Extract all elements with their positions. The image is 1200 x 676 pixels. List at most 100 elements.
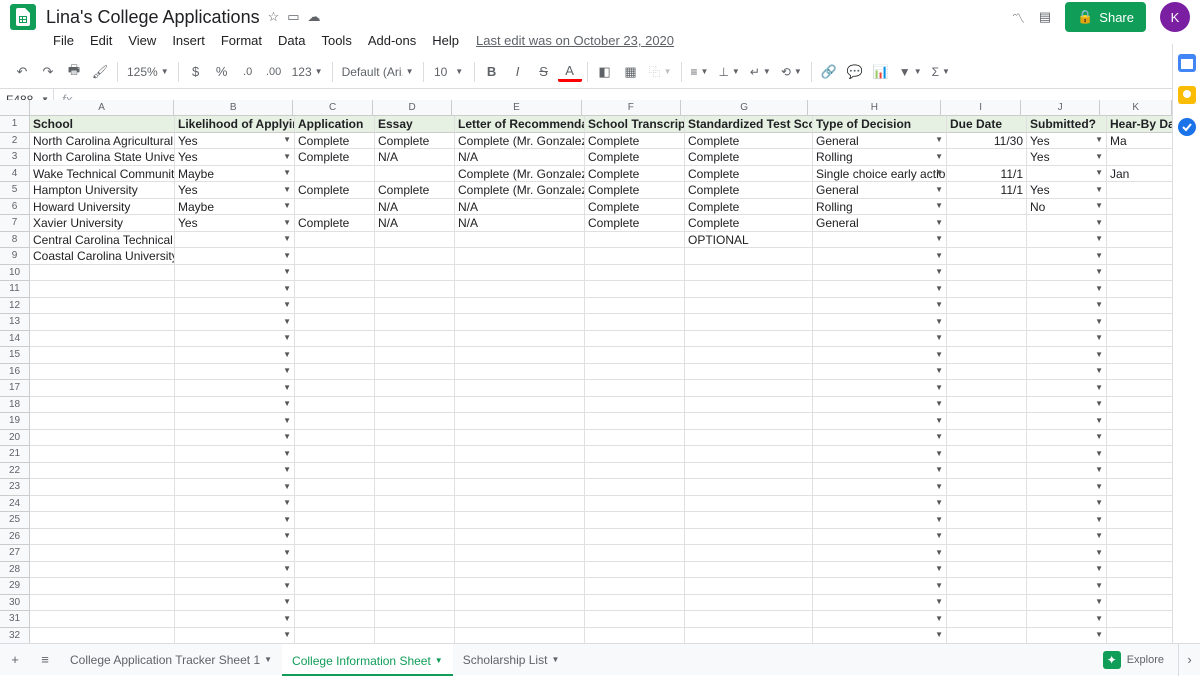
cell[interactable] xyxy=(947,248,1027,265)
cell-dropdown-icon[interactable]: ▼ xyxy=(1095,182,1103,198)
cell[interactable]: ▼ xyxy=(175,611,295,628)
cell-dropdown-icon[interactable]: ▼ xyxy=(283,232,291,248)
cell-dropdown-icon[interactable]: ▼ xyxy=(935,199,943,215)
add-sheet-button[interactable]: + xyxy=(0,645,30,675)
cell[interactable] xyxy=(455,463,585,480)
cell[interactable] xyxy=(375,347,455,364)
menu-view[interactable]: View xyxy=(121,30,163,51)
cell[interactable]: ▼ xyxy=(813,479,947,496)
cell[interactable] xyxy=(455,562,585,579)
cell[interactable]: ▼ xyxy=(175,314,295,331)
cell[interactable] xyxy=(455,496,585,513)
cell-dropdown-icon[interactable]: ▼ xyxy=(1095,331,1103,347)
tasks-addon-icon[interactable] xyxy=(1178,118,1196,136)
cell[interactable]: General▼ xyxy=(813,133,947,150)
cell[interactable]: ▼ xyxy=(1027,232,1107,249)
cell[interactable] xyxy=(585,529,685,546)
last-edit-link[interactable]: Last edit was on October 23, 2020 xyxy=(476,33,674,48)
row-header[interactable]: 24 xyxy=(0,496,30,513)
row-header[interactable]: 16 xyxy=(0,364,30,381)
cell-dropdown-icon[interactable]: ▼ xyxy=(1095,265,1103,281)
cell[interactable] xyxy=(375,545,455,562)
cell[interactable] xyxy=(30,512,175,529)
cell[interactable]: ▼ xyxy=(175,265,295,282)
cell[interactable]: ▼ xyxy=(1027,463,1107,480)
cell[interactable] xyxy=(685,248,813,265)
cell[interactable]: OPTIONAL xyxy=(685,232,813,249)
cell-dropdown-icon[interactable]: ▼ xyxy=(935,364,943,380)
cell-dropdown-icon[interactable]: ▼ xyxy=(935,628,943,644)
print-button[interactable]: 🖶 xyxy=(62,60,86,84)
cell[interactable]: ▼ xyxy=(1027,215,1107,232)
cell[interactable]: ▼ xyxy=(813,281,947,298)
cell[interactable]: Xavier University xyxy=(30,215,175,232)
row-header[interactable]: 10 xyxy=(0,265,30,282)
cell-dropdown-icon[interactable]: ▼ xyxy=(283,512,291,528)
cell[interactable] xyxy=(585,380,685,397)
cell[interactable] xyxy=(585,298,685,315)
cell[interactable] xyxy=(685,463,813,480)
cell[interactable]: ▼ xyxy=(813,298,947,315)
cell[interactable]: Wake Technical Community C xyxy=(30,166,175,183)
row-header[interactable]: 23 xyxy=(0,479,30,496)
cell-dropdown-icon[interactable]: ▼ xyxy=(283,314,291,330)
cell[interactable]: ▼ xyxy=(1027,314,1107,331)
cell[interactable] xyxy=(1107,446,1172,463)
cell[interactable] xyxy=(375,232,455,249)
cell[interactable] xyxy=(295,446,375,463)
cell[interactable]: ▼ xyxy=(175,232,295,249)
cell[interactable] xyxy=(1107,149,1172,166)
cell[interactable] xyxy=(1107,380,1172,397)
cell[interactable] xyxy=(947,578,1027,595)
cell[interactable] xyxy=(295,463,375,480)
halign-button[interactable]: ≡▼ xyxy=(687,60,713,84)
cell-dropdown-icon[interactable]: ▼ xyxy=(935,611,943,627)
cell[interactable]: N/A xyxy=(455,199,585,216)
cell-dropdown-icon[interactable]: ▼ xyxy=(935,298,943,314)
menu-file[interactable]: File xyxy=(46,30,81,51)
cell[interactable]: ▼ xyxy=(175,628,295,644)
sheets-logo[interactable] xyxy=(10,4,36,30)
cell[interactable]: Complete xyxy=(585,182,685,199)
cell[interactable] xyxy=(455,430,585,447)
cell[interactable] xyxy=(30,595,175,612)
cell[interactable]: ▼ xyxy=(813,628,947,644)
cell-dropdown-icon[interactable]: ▼ xyxy=(1095,463,1103,479)
cell[interactable] xyxy=(1107,463,1172,480)
cell[interactable] xyxy=(30,331,175,348)
cell-dropdown-icon[interactable]: ▼ xyxy=(283,265,291,281)
cell[interactable] xyxy=(585,397,685,414)
cell[interactable] xyxy=(947,611,1027,628)
percent-button[interactable]: % xyxy=(210,60,234,84)
cell[interactable] xyxy=(585,248,685,265)
cell[interactable]: ▼ xyxy=(1027,512,1107,529)
cell[interactable]: ▼ xyxy=(1027,265,1107,282)
cell[interactable] xyxy=(947,595,1027,612)
cell[interactable]: ▼ xyxy=(175,545,295,562)
cell[interactable]: ▼ xyxy=(175,281,295,298)
cell[interactable] xyxy=(30,397,175,414)
cell[interactable] xyxy=(585,314,685,331)
cell[interactable]: Complete xyxy=(295,182,375,199)
cell[interactable] xyxy=(375,430,455,447)
col-header-C[interactable]: C xyxy=(293,100,373,115)
cell-dropdown-icon[interactable]: ▼ xyxy=(283,479,291,495)
cell[interactable] xyxy=(685,512,813,529)
cell-dropdown-icon[interactable]: ▼ xyxy=(283,496,291,512)
cell[interactable] xyxy=(295,562,375,579)
move-icon[interactable]: ▭ xyxy=(287,9,299,25)
cell[interactable] xyxy=(1107,364,1172,381)
undo-button[interactable]: ↶ xyxy=(10,60,34,84)
cell-dropdown-icon[interactable]: ▼ xyxy=(935,430,943,446)
cell[interactable] xyxy=(30,265,175,282)
cell[interactable] xyxy=(1107,397,1172,414)
cell[interactable]: ▼ xyxy=(1027,595,1107,612)
cell-dropdown-icon[interactable]: ▼ xyxy=(1095,512,1103,528)
cell[interactable] xyxy=(375,512,455,529)
text-color-button[interactable]: A xyxy=(558,62,582,82)
cell-dropdown-icon[interactable]: ▼ xyxy=(1095,199,1103,215)
cell-dropdown-icon[interactable]: ▼ xyxy=(283,364,291,380)
select-all-corner[interactable] xyxy=(0,100,30,116)
cell[interactable]: Yes▼ xyxy=(175,133,295,150)
cell-dropdown-icon[interactable]: ▼ xyxy=(283,133,291,149)
